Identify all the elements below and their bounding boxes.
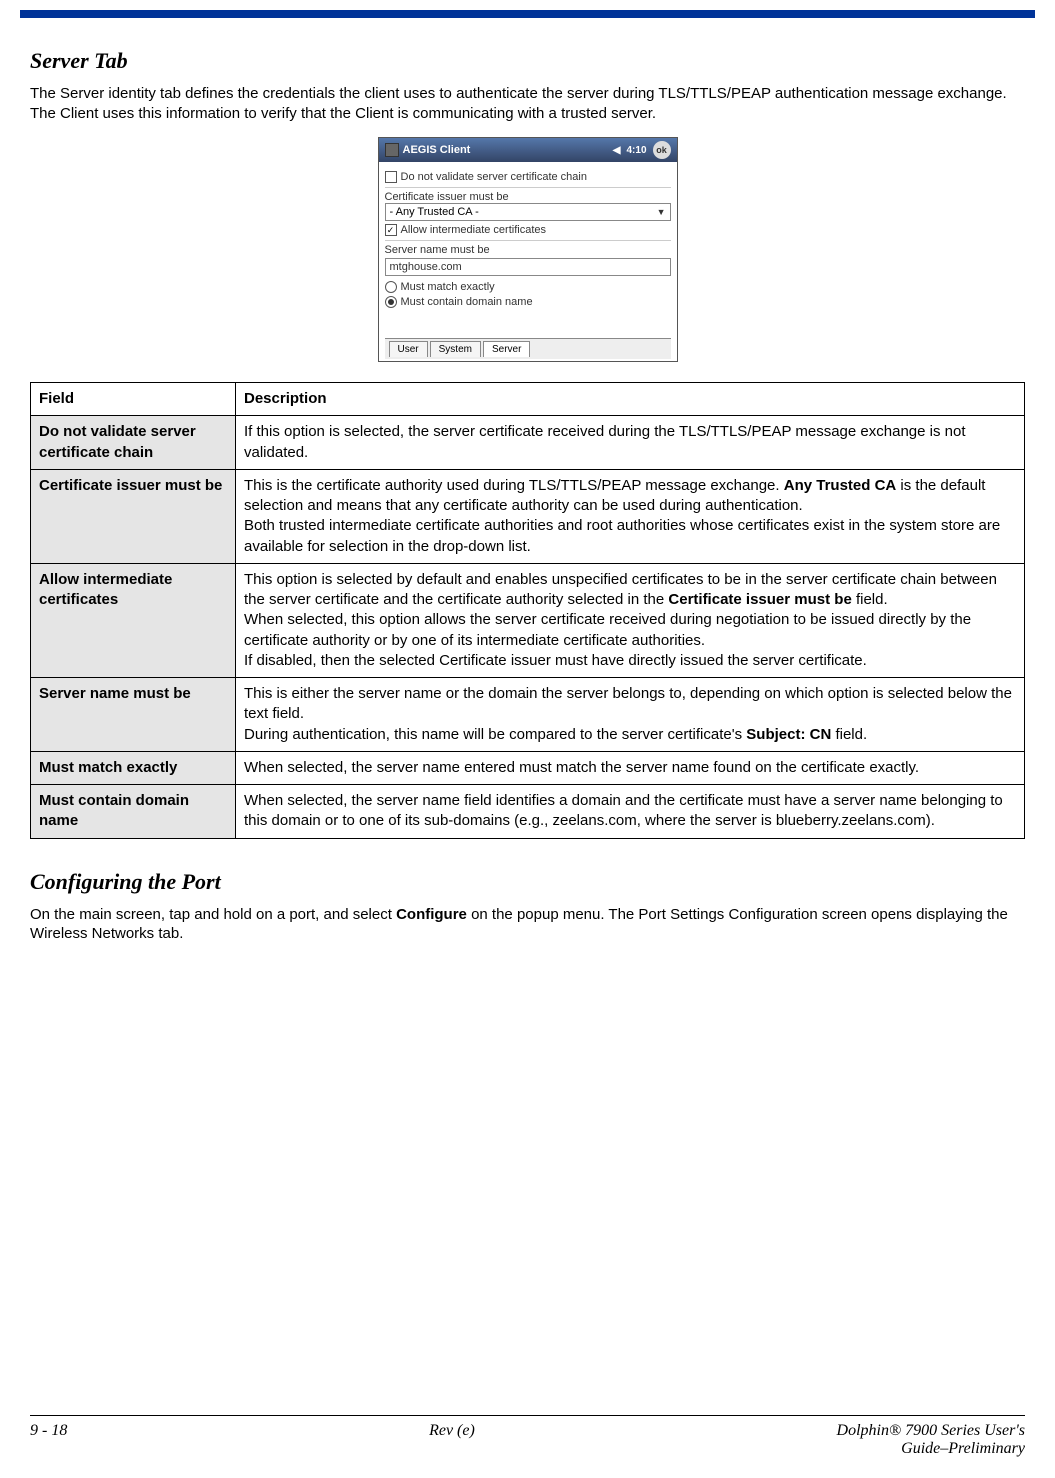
clock-text: 4:10 bbox=[626, 145, 646, 156]
field-cell: Do not validate server certificate chain bbox=[31, 416, 236, 470]
label-server-name: Server name must be bbox=[385, 244, 671, 256]
desc-bold-segment: Any Trusted CA bbox=[784, 477, 897, 494]
table-row: Allow intermediate certificatesThis opti… bbox=[31, 563, 1025, 677]
label-contain-domain: Must contain domain name bbox=[401, 296, 533, 308]
label-match-exactly: Must match exactly bbox=[401, 281, 495, 293]
description-cell: When selected, the server name entered m… bbox=[236, 751, 1025, 784]
description-cell: This is either the server name or the do… bbox=[236, 678, 1025, 752]
description-cell: This is the certificate authority used d… bbox=[236, 469, 1025, 563]
field-cell: Server name must be bbox=[31, 678, 236, 752]
radio-match-exactly[interactable] bbox=[385, 281, 397, 293]
aegis-client-window: AEGIS Client ◀ 4:10 ok Do not validate s… bbox=[378, 137, 678, 362]
footer-title-line2: Guide–Preliminary bbox=[901, 1440, 1025, 1457]
heading-configuring-port: Configuring the Port bbox=[30, 869, 1025, 895]
desc-segment: This is either the server name or the do… bbox=[244, 685, 1016, 743]
desc-bold-segment: Subject: CN bbox=[746, 726, 831, 743]
embedded-screenshot: AEGIS Client ◀ 4:10 ok Do not validate s… bbox=[30, 137, 1025, 362]
page-content: Server Tab The Server identity tab defin… bbox=[0, 18, 1055, 944]
desc-segment: When selected, the server name field ide… bbox=[244, 792, 1007, 829]
ok-button[interactable]: ok bbox=[653, 141, 671, 159]
table-header-row: FieldDescription bbox=[31, 383, 1025, 416]
desc-bold-segment: Certificate issuer must be bbox=[668, 591, 851, 608]
server-tab-intro: The Server identity tab defines the cred… bbox=[30, 84, 1025, 123]
desc-segment: If this option is selected, the server c… bbox=[244, 423, 970, 460]
text-bold-configure: Configure bbox=[396, 906, 467, 923]
tab-server[interactable]: Server bbox=[483, 341, 530, 357]
tab-system[interactable]: System bbox=[430, 341, 481, 357]
footer-revision: Rev (e) bbox=[429, 1422, 475, 1458]
header-field: Field bbox=[31, 383, 236, 416]
configuring-port-paragraph: On the main screen, tap and hold on a po… bbox=[30, 905, 1025, 944]
field-cell: Must contain domain name bbox=[31, 785, 236, 839]
label-allow-intermediate: Allow intermediate certificates bbox=[401, 224, 547, 236]
table-row: Do not validate server certificate chain… bbox=[31, 416, 1025, 470]
top-accent-bar bbox=[20, 10, 1035, 18]
input-server-name[interactable] bbox=[385, 258, 671, 276]
table-row: Server name must beThis is either the se… bbox=[31, 678, 1025, 752]
desc-segment: When selected, the server name entered m… bbox=[244, 759, 919, 776]
label-do-not-validate: Do not validate server certificate chain bbox=[401, 171, 587, 183]
description-cell: When selected, the server name field ide… bbox=[236, 785, 1025, 839]
select-cert-issuer[interactable]: - Any Trusted CA - ▼ bbox=[385, 203, 671, 221]
window-title: AEGIS Client bbox=[403, 144, 471, 156]
desc-segment: field. bbox=[831, 726, 867, 743]
signal-icon: ◀ bbox=[613, 145, 621, 156]
page-footer: 9 - 18 Rev (e) Dolphin® 7900 Series User… bbox=[30, 1415, 1025, 1458]
table-row: Must contain domain nameWhen selected, t… bbox=[31, 785, 1025, 839]
footer-title-line1: Dolphin® 7900 Series User's bbox=[837, 1422, 1025, 1439]
text-segment: On the main screen, tap and hold on a po… bbox=[30, 906, 396, 923]
checkbox-allow-intermediate[interactable]: ✓ bbox=[385, 224, 397, 236]
description-cell: This option is selected by default and e… bbox=[236, 563, 1025, 677]
table-row: Certificate issuer must be This is the ce… bbox=[31, 469, 1025, 563]
footer-guide-title: Dolphin® 7900 Series User's Guide–Prelim… bbox=[837, 1422, 1025, 1458]
app-icon bbox=[385, 143, 399, 157]
header-description: Description bbox=[236, 383, 1025, 416]
field-description-table: FieldDescriptionDo not validate server c… bbox=[30, 382, 1025, 839]
tab-bar: User System Server bbox=[385, 338, 671, 359]
table-row: Must match exactly When selected, the ser… bbox=[31, 751, 1025, 784]
window-titlebar: AEGIS Client ◀ 4:10 ok bbox=[379, 138, 677, 162]
checkbox-do-not-validate[interactable] bbox=[385, 171, 397, 183]
select-cert-issuer-value: - Any Trusted CA - bbox=[390, 206, 479, 218]
field-cell: Must match exactly bbox=[31, 751, 236, 784]
chevron-down-icon: ▼ bbox=[657, 207, 666, 217]
field-cell: Allow intermediate certificates bbox=[31, 563, 236, 677]
desc-segment: This is the certificate authority used d… bbox=[244, 477, 784, 494]
description-cell: If this option is selected, the server c… bbox=[236, 416, 1025, 470]
tab-user[interactable]: User bbox=[389, 341, 428, 357]
field-cell: Certificate issuer must be bbox=[31, 469, 236, 563]
label-cert-issuer: Certificate issuer must be bbox=[385, 191, 671, 203]
radio-contain-domain[interactable] bbox=[385, 296, 397, 308]
footer-page-number: 9 - 18 bbox=[30, 1422, 67, 1458]
window-body: Do not validate server certificate chain… bbox=[379, 162, 677, 361]
heading-server-tab: Server Tab bbox=[30, 48, 1025, 74]
